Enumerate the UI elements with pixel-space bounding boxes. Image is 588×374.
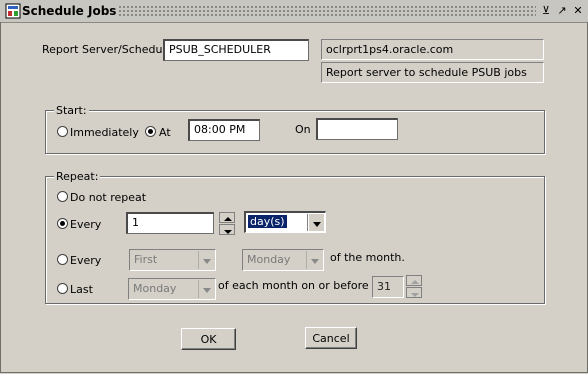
- ok-button[interactable]: OK: [181, 328, 236, 350]
- repeat-every-nth-radio[interactable]: [57, 254, 68, 265]
- chevron-down-icon[interactable]: [198, 280, 214, 298]
- repeat-every-label: Every: [70, 218, 102, 231]
- each-month-label: of each month on or before day: [218, 279, 393, 292]
- every-spin-down-icon[interactable]: [219, 224, 235, 235]
- window-title: Schedule Jobs: [22, 4, 117, 18]
- chevron-down-icon[interactable]: [198, 251, 214, 269]
- report-server-input[interactable]: PSUB_SCHEDULER: [163, 39, 309, 61]
- repeat-unit-value: day(s): [248, 215, 287, 228]
- start-date-input[interactable]: [316, 118, 398, 140]
- start-time-input[interactable]: 08:00 PM: [188, 119, 260, 141]
- day-spin-down-icon[interactable]: [406, 287, 422, 298]
- start-at-label: At: [159, 126, 171, 139]
- cancel-button[interactable]: Cancel: [305, 327, 357, 349]
- chevron-down-icon[interactable]: [306, 251, 322, 269]
- of-the-month-label: of the month.: [330, 251, 405, 264]
- day-spin-up-icon[interactable]: [406, 275, 422, 286]
- report-server-description: Report server to schedule PSUB jobs: [321, 62, 544, 83]
- day-input[interactable]: 31: [372, 276, 404, 298]
- repeat-last-radio[interactable]: [57, 283, 68, 294]
- title-bar: Schedule Jobs ⊻ ↗ ✕: [0, 0, 588, 23]
- weekday-value: Monday: [247, 253, 291, 266]
- ordinal-select[interactable]: First: [129, 249, 216, 271]
- ordinal-value: First: [134, 253, 158, 266]
- maximize-icon[interactable]: ↗: [556, 4, 568, 17]
- start-at-radio[interactable]: [145, 126, 156, 137]
- repeat-every-radio[interactable]: [57, 218, 68, 229]
- last-weekday-select[interactable]: Monday: [128, 278, 216, 300]
- start-group-title: Start:: [54, 104, 89, 117]
- every-spin-up-icon[interactable]: [219, 212, 235, 223]
- do-not-repeat-radio[interactable]: [57, 191, 68, 202]
- weekday-select[interactable]: Monday: [242, 249, 324, 271]
- chevron-down-icon[interactable]: [308, 214, 324, 231]
- repeat-unit-select[interactable]: day(s): [244, 211, 326, 233]
- title-bar-pattern: [118, 5, 536, 17]
- report-server-host: oclrprt1ps4.oracle.com: [321, 39, 544, 60]
- app-icon: [5, 3, 21, 19]
- start-on-label: On: [295, 123, 311, 136]
- do-not-repeat-label: Do not repeat: [70, 191, 147, 204]
- repeat-group-title: Repeat:: [54, 170, 101, 183]
- repeat-last-label: Last: [70, 283, 93, 296]
- minimize-icon[interactable]: ⊻: [540, 4, 552, 17]
- report-server-label: Report Server/Scheduler: [42, 43, 177, 56]
- start-immediately-label: Immediately: [70, 126, 139, 139]
- last-weekday-value: Monday: [133, 282, 177, 295]
- start-immediately-radio[interactable]: [57, 126, 68, 137]
- repeat-every-input[interactable]: 1: [126, 212, 214, 234]
- repeat-every-nth-label: Every: [70, 254, 102, 267]
- close-icon[interactable]: ✕: [572, 4, 584, 17]
